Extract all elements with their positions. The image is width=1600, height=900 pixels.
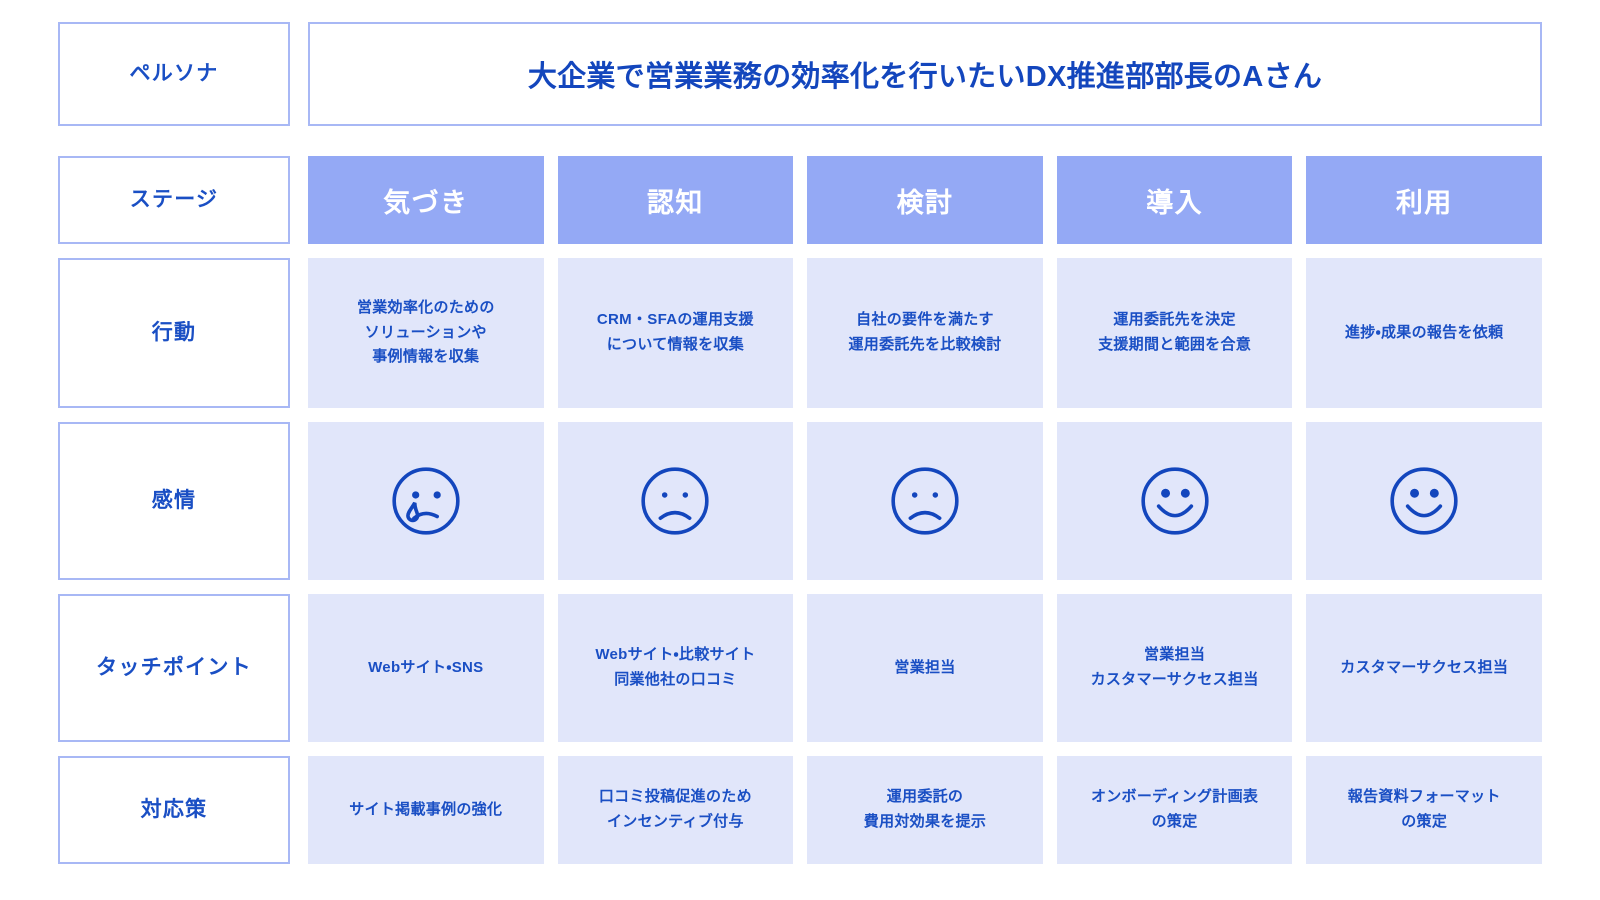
emotion-cells (308, 422, 1542, 580)
action-text-5: 進捗・成果の報告を依頼 (1344, 323, 1504, 341)
measure-cell-5[interactable]: 報告資料フォーマット の策定 (1306, 756, 1542, 864)
touchpoint-text-2: Webサイト・比較サイト 同業他社の口コミ (595, 646, 756, 688)
measure-row-label-text: 対応策 (140, 798, 208, 822)
touchpoint-cell-1[interactable]: Webサイト・SNS (308, 594, 544, 742)
emotion-cell-2[interactable] (557, 422, 794, 580)
sad-face-icon (641, 467, 710, 535)
touchpoint-text-3: 営業担当 (894, 658, 956, 676)
touchpoint-cell-3[interactable]: 営業担当 (807, 594, 1043, 742)
touchpoint-row-label-text: タッチポイント (96, 656, 252, 680)
measure-cells: サイト掲載事例の強化 口コミ投稿促進のため インセンティブ付与 運用委託の 費用… (308, 756, 1542, 864)
stage-label-5: 利用 (1395, 187, 1453, 218)
stage-cell-2[interactable]: 認知 (557, 156, 794, 244)
measure-cell-2[interactable]: 口コミ投稿促進のため インセンティブ付与 (557, 756, 794, 864)
stage-cell-5[interactable]: 利用 (1306, 156, 1542, 244)
stage-label-2: 認知 (647, 187, 704, 218)
smiling-face-icon (1390, 467, 1458, 535)
stage-row-label-text: ステージ (129, 188, 219, 212)
stage-cell-4[interactable]: 導入 (1056, 156, 1293, 244)
measure-row-label: 対応策 (58, 756, 290, 864)
measure-text-2: 口コミ投稿促進のため インセンティブ付与 (598, 788, 752, 830)
touchpoint-text-4: 営業担当 カスタマーサクセス担当 (1090, 646, 1259, 688)
persona-row: ペルソナ 大企業で営業業務の効率化を行いたいDX推進部部長のAさん (58, 22, 1542, 126)
touchpoint-cells: Webサイト・SNS Webサイト・比較サイト 同業他社の口コミ 営業担当 営業… (308, 594, 1542, 742)
touchpoint-cell-2[interactable]: Webサイト・比較サイト 同業他社の口コミ (557, 594, 794, 742)
action-row-label-text: 行動 (151, 321, 197, 345)
measure-text-4: オンボーディング計画表 の策定 (1090, 788, 1259, 830)
persona-banner: 大企業で営業業務の効率化を行いたいDX推進部部長のAさん (308, 22, 1542, 126)
measure-cell-4[interactable]: オンボーディング計画表 の策定 (1056, 756, 1293, 864)
emotion-cell-5[interactable] (1306, 422, 1542, 580)
touchpoint-row: タッチポイント Webサイト・SNS Webサイト・比較サイト 同業他社の口コミ… (58, 594, 1542, 742)
emotion-row-label: 感情 (58, 422, 290, 580)
emotion-row-label-text: 感情 (151, 489, 197, 513)
action-row-label: 行動 (58, 258, 290, 408)
action-text-4: 運用委託先を決定 支援期間と範囲を合意 (1098, 311, 1252, 353)
measure-cell-3[interactable]: 運用委託の 費用対効果を提示 (807, 756, 1043, 864)
persona-row-label: ペルソナ (58, 22, 290, 126)
measure-text-5: 報告資料フォーマット の策定 (1347, 788, 1501, 830)
measure-cell-1[interactable]: サイト掲載事例の強化 (308, 756, 544, 864)
action-text-1: 営業効率化のための ソリューションや 事例情報を収集 (356, 298, 495, 366)
action-text-3: 自社の要件を満たす 運用委託先を比較検討 (848, 311, 1002, 353)
persona-title: 大企業で営業業務の効率化を行いたいDX推進部部長のAさん (527, 61, 1323, 93)
measure-row: 対応策 サイト掲載事例の強化 口コミ投稿促進のため インセンティブ付与 運用委託… (58, 756, 1542, 864)
measure-text-1: サイト掲載事例の強化 (349, 800, 503, 818)
persona-row-label-text: ペルソナ (129, 62, 219, 86)
emotion-row: 感情 (58, 422, 1542, 580)
stage-cell-1[interactable]: 気づき (308, 156, 544, 244)
stage-label-4: 導入 (1146, 187, 1203, 218)
action-cell-4[interactable]: 運用委託先を決定 支援期間と範囲を合意 (1056, 258, 1293, 408)
smiling-face-icon (1140, 467, 1209, 535)
customer-journey-map: ペルソナ 大企業で営業業務の効率化を行いたいDX推進部部長のAさん ステージ 気… (0, 0, 1600, 900)
stage-label-3: 検討 (896, 187, 954, 218)
touchpoint-row-label: タッチポイント (58, 594, 290, 742)
touchpoint-text-1: Webサイト・SNS (368, 658, 484, 676)
action-cell-1[interactable]: 営業効率化のための ソリューションや 事例情報を収集 (308, 258, 544, 408)
touchpoint-text-5: カスタマーサクセス担当 (1340, 658, 1509, 676)
action-cells: 営業効率化のための ソリューションや 事例情報を収集 CRM・SFAの運用支援 … (308, 258, 1542, 408)
emotion-cell-3[interactable] (807, 422, 1043, 580)
stage-label-1: 気づき (383, 187, 469, 218)
action-cell-5[interactable]: 進捗・成果の報告を依頼 (1306, 258, 1542, 408)
action-text-2: CRM・SFAの運用支援 について情報を収集 (596, 311, 754, 353)
emotion-cell-4[interactable] (1056, 422, 1293, 580)
action-cell-2[interactable]: CRM・SFAの運用支援 について情報を収集 (557, 258, 794, 408)
action-cell-3[interactable]: 自社の要件を満たす 運用委託先を比較検討 (807, 258, 1043, 408)
touchpoint-cell-4[interactable]: 営業担当 カスタマーサクセス担当 (1056, 594, 1293, 742)
stage-row: ステージ 気づき 認知 検討 導入 利用 (58, 156, 1542, 244)
crying-face-icon (392, 467, 460, 535)
stage-cells: 気づき 認知 検討 導入 利用 (308, 156, 1542, 244)
emotion-cell-1[interactable] (308, 422, 544, 580)
stage-cell-3[interactable]: 検討 (807, 156, 1043, 244)
touchpoint-cell-5[interactable]: カスタマーサクセス担当 (1306, 594, 1542, 742)
stage-row-label: ステージ (58, 156, 290, 244)
measure-text-3: 運用委託の 費用対効果を提示 (863, 788, 987, 830)
sad-face-icon (891, 467, 959, 535)
action-row: 行動 営業効率化のための ソリューションや 事例情報を収集 CRM・SFAの運用… (58, 258, 1542, 408)
